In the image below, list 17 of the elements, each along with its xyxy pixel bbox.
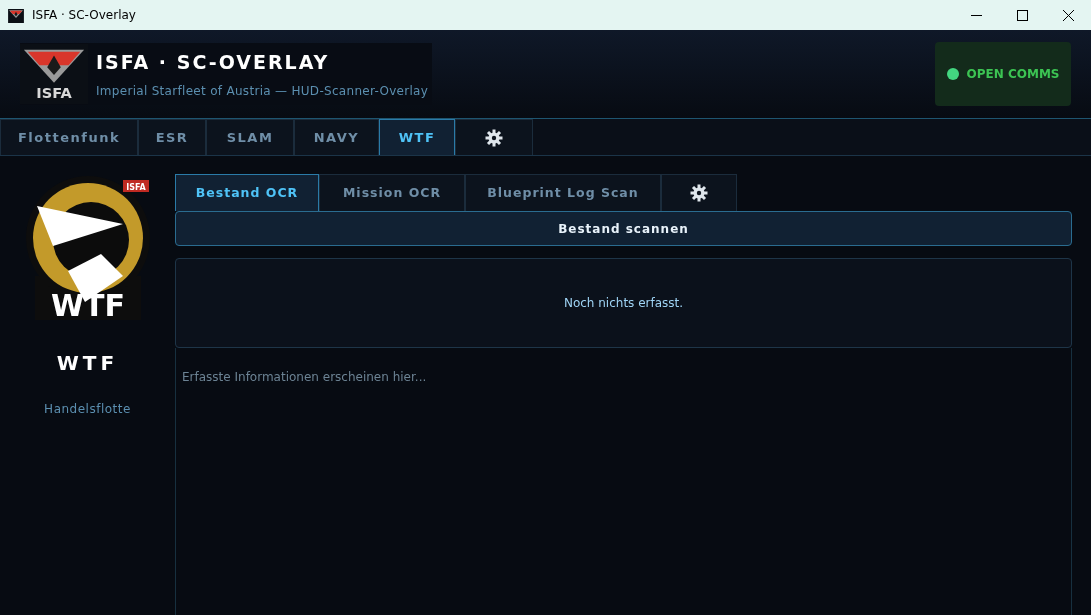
tab[interactable]: Bestand OCR (175, 174, 319, 211)
window-title: ISFA · SC-Overlay (32, 7, 136, 24)
tab[interactable]: Flottenfunk (0, 119, 138, 155)
output-field[interactable]: Erfasste Informationen erscheinen hier... (175, 348, 1072, 615)
tab[interactable]: Blueprint Log Scan (465, 174, 661, 211)
tab[interactable]: Mission OCR (319, 174, 465, 211)
app-subtitle: Imperial Starfleet of Austria — HUD-Scanner-Overlay (96, 83, 429, 101)
scan-button[interactable]: Bestand scannen (175, 211, 1072, 246)
tab[interactable]: ESR (138, 119, 206, 155)
fleet-name: WTF (56, 350, 119, 377)
tab[interactable]: WTF (379, 119, 455, 155)
tab[interactable]: NAVY (294, 119, 379, 155)
result-text: Noch nichts erfasst. (563, 295, 684, 312)
tab[interactable]: SLAM (206, 119, 294, 155)
open-comms-button[interactable]: OPEN COMMS (935, 42, 1071, 106)
fleet-subtitle: Handelsflotte (44, 401, 131, 418)
app-title: ISFA · SC-OVERLAY (96, 49, 331, 75)
